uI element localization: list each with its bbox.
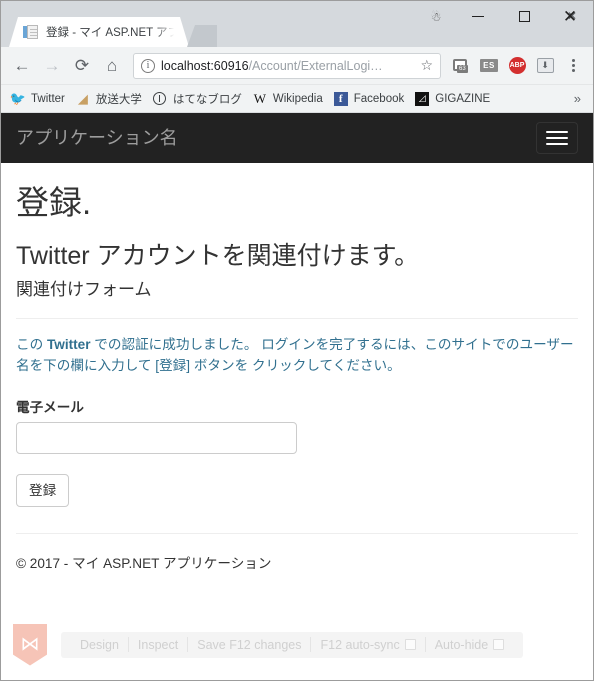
- bookmark-wikipedia[interactable]: W Wikipedia: [249, 88, 330, 110]
- site-navbar: アプリケーション名: [1, 113, 593, 163]
- bookmark-gigazine[interactable]: ◿ GIGAZINE: [411, 88, 497, 110]
- minimize-button[interactable]: [455, 1, 501, 31]
- inspect-button[interactable]: Inspect: [129, 638, 187, 652]
- page-footer: © 2017 - マイ ASP.NET アプリケーション: [16, 552, 578, 572]
- bookmarks-bar: 🐦 Twitter ◢ 放送大学 はてなブログ W Wikipedia f Fa…: [1, 85, 593, 113]
- profile-icon[interactable]: ☃: [426, 6, 446, 28]
- url-host: localhost:60916: [161, 58, 249, 73]
- save-f12-changes-button[interactable]: Save F12 changes: [188, 638, 310, 652]
- bookmark-hoso-daigaku[interactable]: ◢ 放送大学: [72, 88, 149, 110]
- window-controls: ✕: [455, 1, 593, 31]
- twitter-icon: 🐦: [9, 90, 27, 106]
- footer-divider: [16, 533, 578, 534]
- bookmark-star-icon[interactable]: ☆: [420, 57, 433, 74]
- f12-auto-sync-checkbox[interactable]: [404, 639, 416, 650]
- bookmark-label: GIGAZINE: [435, 92, 491, 105]
- bookmark-label: Twitter: [31, 92, 65, 105]
- email-field[interactable]: [16, 421, 297, 454]
- url-text: localhost:60916/Account/ExternalLogi…: [161, 59, 416, 73]
- email-label: 電子メール: [16, 399, 84, 415]
- back-button[interactable]: ←: [7, 51, 37, 81]
- reload-button[interactable]: ⟳: [67, 51, 97, 81]
- download-extension-icon[interactable]: ⬇: [531, 53, 559, 79]
- save-page-badge: 63: [457, 64, 468, 73]
- bookmark-facebook[interactable]: f Facebook: [330, 88, 412, 110]
- browser-window: 登録 - マイ ASP.NET アプリ ✕ ☃ ✕ ← → ⟳ ⌂ i loca…: [0, 0, 594, 681]
- page-title: 登録.: [16, 184, 92, 221]
- tab-title: 登録 - マイ ASP.NET アプリ: [46, 27, 174, 39]
- forward-button[interactable]: →: [37, 51, 67, 81]
- url-path: /Account/ExternalLogi…: [248, 58, 383, 73]
- auto-hide-toggle[interactable]: Auto-hide: [426, 638, 514, 652]
- info-provider: Twitter: [46, 337, 91, 353]
- maximize-button[interactable]: [501, 1, 547, 31]
- info-body: での認証に成功しました。 ログインを完了するには、このサイトでのユーザー名を下の…: [16, 337, 574, 373]
- navbar-brand[interactable]: アプリケーション名: [16, 129, 178, 147]
- window-close-button[interactable]: ✕: [547, 1, 593, 31]
- facebook-icon: f: [333, 91, 349, 107]
- f12-auto-sync-label: F12 auto-sync: [320, 637, 400, 652]
- save-page-extension-icon[interactable]: 63: [447, 53, 475, 79]
- browser-toolbar: ← → ⟳ ⌂ i localhost:60916/Account/Extern…: [1, 47, 593, 85]
- wikipedia-icon: W: [253, 90, 267, 106]
- browser-link-toolbar: ⋈ Design Inspect Save F12 changes F12 au…: [1, 608, 593, 680]
- chrome-menu-icon[interactable]: [559, 53, 587, 79]
- bookmark-label: 放送大学: [95, 93, 142, 106]
- es-extension-icon[interactable]: ES: [475, 53, 503, 79]
- design-button[interactable]: Design: [71, 638, 128, 652]
- close-icon: ✕: [562, 6, 578, 26]
- browser-tab[interactable]: 登録 - マイ ASP.NET アプリ: [9, 17, 189, 47]
- bookmark-twitter[interactable]: 🐦 Twitter: [7, 88, 72, 110]
- bookmark-label: Facebook: [353, 92, 405, 105]
- browser-link-actions: Design Inspect Save F12 changes F12 auto…: [61, 631, 524, 658]
- bookmark-label: はてなブログ: [172, 93, 242, 106]
- gigazine-icon: ◿: [414, 91, 430, 107]
- visual-studio-logo-icon[interactable]: ⋈: [13, 623, 47, 666]
- page-container: 登録. Twitter アカウントを関連付けます。 関連付けフォーム この Tw…: [1, 184, 593, 572]
- hatena-blog-icon: [152, 91, 168, 107]
- hamburger-menu-icon[interactable]: [536, 122, 578, 154]
- form-heading: 関連付けフォーム: [16, 279, 152, 299]
- f12-auto-sync-toggle[interactable]: F12 auto-sync: [311, 638, 424, 652]
- page-viewport: アプリケーション名 登録. Twitter アカウントを関連付けます。 関連付け…: [1, 113, 593, 680]
- copyright-text: © 2017 - マイ ASP.NET アプリケーション: [16, 556, 272, 571]
- bookmark-hatena-blog[interactable]: はてなブログ: [149, 88, 249, 110]
- adblock-plus-extension-icon[interactable]: ABP: [503, 53, 531, 79]
- auto-hide-label: Auto-hide: [434, 637, 489, 652]
- page-subtitle: Twitter アカウントを関連付けます。: [16, 242, 420, 271]
- new-tab-area[interactable]: [187, 25, 217, 47]
- auto-hide-checkbox[interactable]: [493, 639, 505, 650]
- section-divider: [16, 318, 578, 320]
- bookmarks-overflow-chevron-icon[interactable]: »: [574, 91, 587, 106]
- home-button[interactable]: ⌂: [97, 51, 127, 81]
- bookmark-label: Wikipedia: [272, 92, 323, 105]
- address-bar[interactable]: i localhost:60916/Account/ExternalLogi… …: [133, 52, 441, 79]
- info-message: この Twitter での認証に成功しました。 ログインを完了するには、このサイ…: [16, 335, 578, 375]
- hoso-daigaku-icon: ◢: [77, 90, 88, 106]
- tab-favicon-page-document-icon: [23, 24, 39, 40]
- register-button[interactable]: 登録: [16, 473, 70, 507]
- site-info-icon[interactable]: i: [141, 58, 155, 73]
- title-bar: 登録 - マイ ASP.NET アプリ ✕ ☃ ✕: [1, 1, 593, 47]
- info-prefix: この: [16, 337, 47, 353]
